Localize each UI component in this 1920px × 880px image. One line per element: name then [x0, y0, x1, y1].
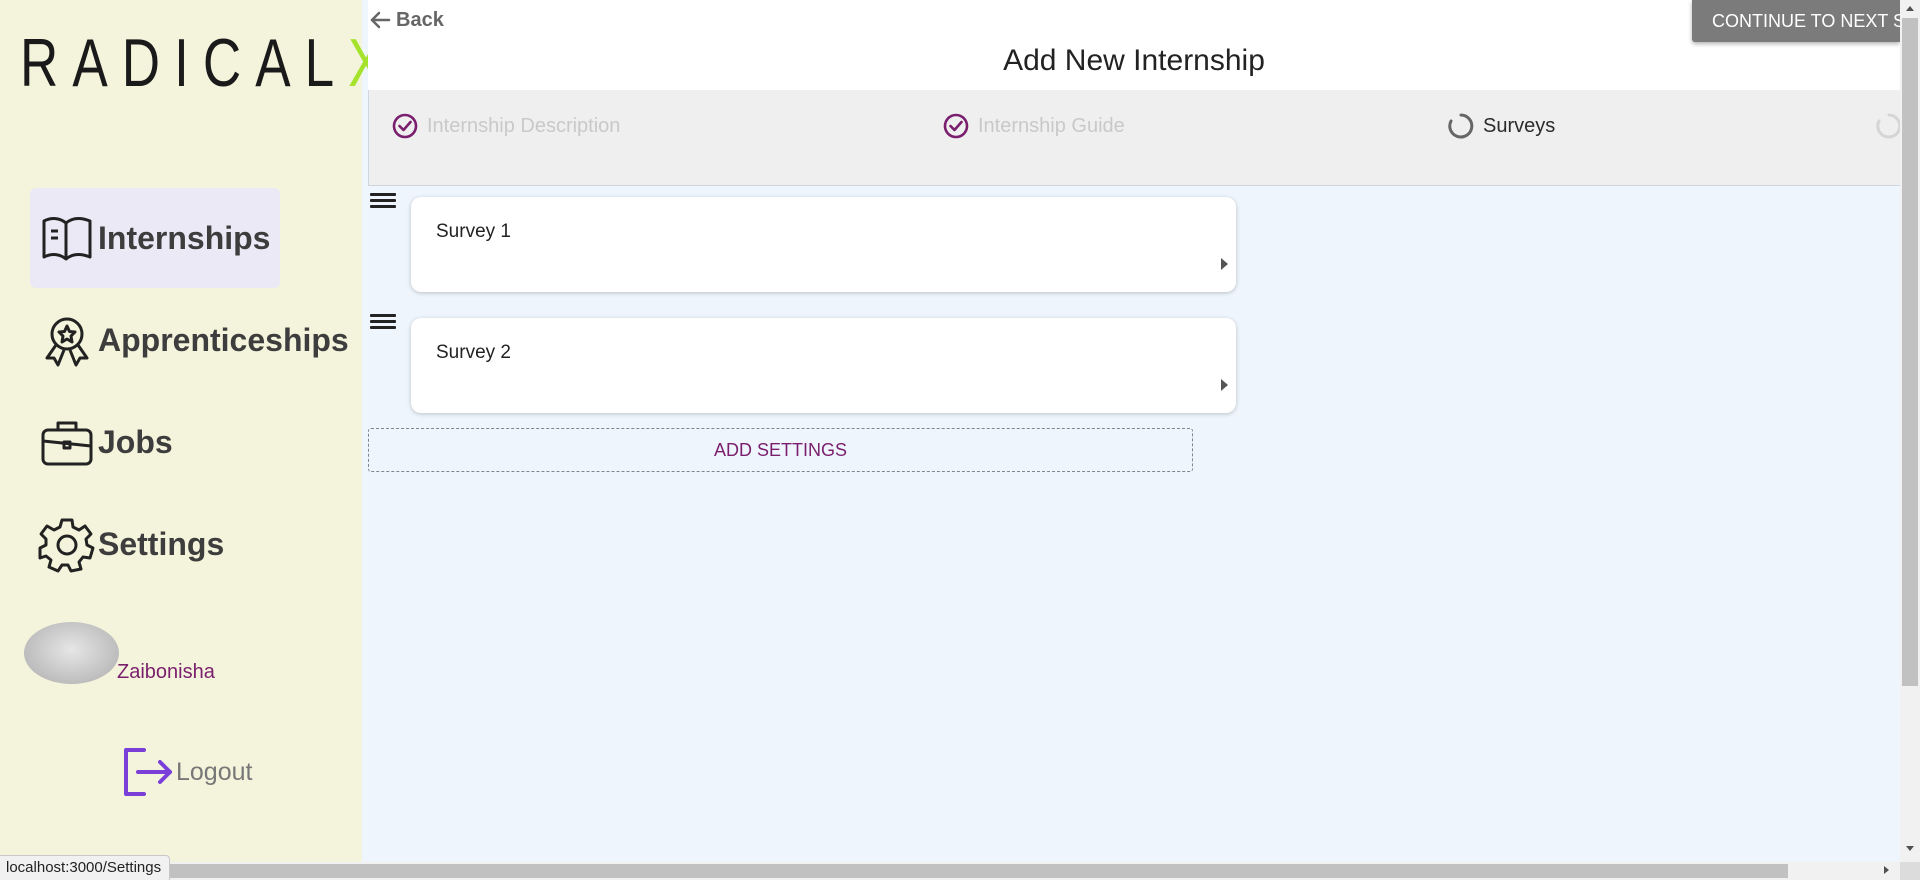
scrollbar-thumb[interactable]	[170, 864, 1788, 878]
add-settings-button[interactable]: ADD SETTINGS	[368, 428, 1193, 472]
progress-ring-icon	[1448, 113, 1474, 139]
drag-handle-icon[interactable]	[370, 311, 396, 331]
step-label: Internship Guide	[978, 114, 1125, 137]
step-surveys[interactable]: Surveys	[1447, 112, 1555, 140]
sidebar-item-jobs[interactable]: Jobs	[30, 392, 183, 492]
avatar[interactable]	[24, 622, 119, 684]
progress-ring-icon	[1876, 113, 1902, 139]
caret-right-icon[interactable]	[1221, 379, 1228, 391]
caret-right-icon[interactable]	[1221, 258, 1228, 270]
survey-title: Survey 2	[436, 342, 511, 363]
horizontal-scrollbar[interactable]	[0, 862, 1900, 880]
sidebar-item-apprenticeships[interactable]: Apprenticeships	[30, 290, 359, 390]
logout-icon	[124, 748, 172, 796]
scroll-down-icon[interactable]	[1906, 846, 1914, 851]
logo-text: RADICAL	[20, 25, 349, 101]
stepper: Internship Description Internship Guide …	[368, 90, 1902, 186]
check-circle-icon	[943, 113, 969, 139]
scrollbar-thumb[interactable]	[1902, 18, 1918, 686]
scroll-right-icon[interactable]	[1884, 866, 1889, 874]
logout-button[interactable]: Logout	[120, 746, 252, 798]
sidebar-item-label: Jobs	[98, 423, 173, 460]
briefcase-icon	[41, 421, 93, 466]
sidebar-item-label: Settings	[98, 525, 225, 562]
page-header: Add New Internship	[368, 0, 1900, 90]
sidebar-item-label: Apprenticeships	[98, 321, 349, 358]
scroll-up-icon[interactable]	[1906, 6, 1914, 11]
survey-title: Survey 1	[436, 221, 511, 242]
drag-handle-icon[interactable]	[370, 190, 396, 210]
user-name[interactable]: Zaibonisha	[117, 661, 215, 684]
scrollbar-corner	[1900, 862, 1920, 880]
sidebar-item-settings[interactable]: Settings	[30, 494, 234, 594]
step-internship-guide[interactable]: Internship Guide	[942, 112, 1125, 140]
book-icon	[42, 217, 92, 261]
page-title: Add New Internship	[1003, 44, 1265, 77]
back-label: Back	[396, 8, 444, 31]
logout-label: Logout	[176, 757, 253, 786]
sidebar-item-label: Internships	[98, 219, 271, 256]
gear-icon	[38, 518, 95, 573]
back-button[interactable]: Back	[368, 8, 444, 32]
survey-card[interactable]: Survey 1	[411, 197, 1236, 292]
award-icon	[45, 317, 89, 367]
sidebar-item-internships[interactable]: Internships	[30, 188, 281, 288]
step-internship-description[interactable]: Internship Description	[391, 112, 620, 140]
user-profile[interactable]: Zaibonisha	[24, 622, 215, 684]
survey-card[interactable]: Survey 2	[411, 318, 1236, 413]
continue-button[interactable]: CONTINUE TO NEXT STEP	[1692, 0, 1900, 42]
arrow-left-icon	[370, 11, 391, 29]
status-bar-url: localhost:3000/Settings	[0, 855, 171, 880]
step-label: Surveys	[1483, 114, 1556, 137]
check-circle-icon	[392, 113, 418, 139]
vertical-scrollbar[interactable]	[1900, 0, 1920, 862]
step-label: Internship Description	[427, 114, 621, 137]
sidebar: RADICALX Internships Apprenticeships Job…	[0, 0, 383, 862]
